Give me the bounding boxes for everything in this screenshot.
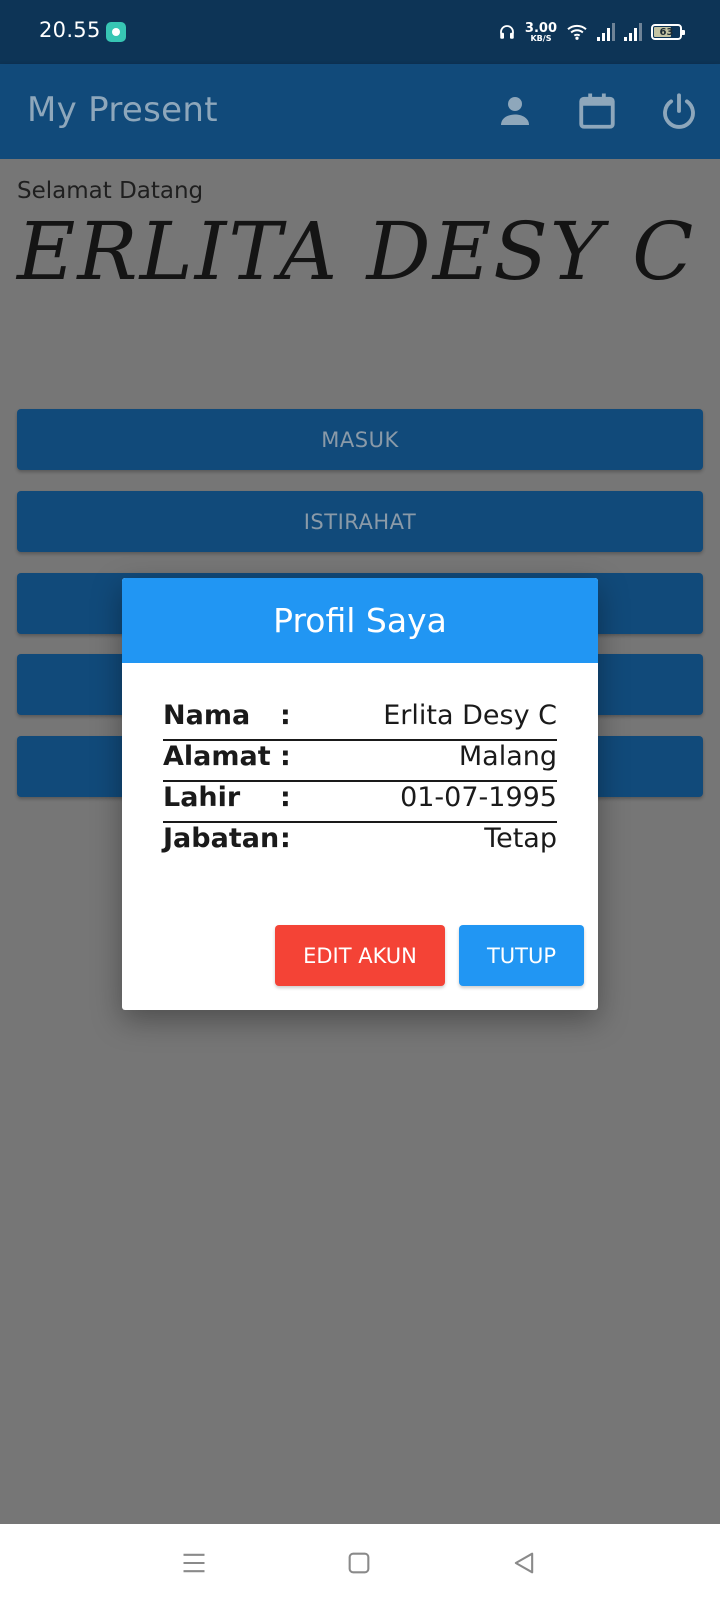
row-label: Alamat [163, 741, 271, 772]
home-icon[interactable] [345, 1549, 373, 1577]
profile-details: Nama : Erlita Desy C Alamat : Malang Lah… [163, 700, 557, 864]
battery-icon: 63 [651, 24, 685, 40]
welcome-text: Selamat Datang [17, 178, 204, 204]
signal-2-icon [624, 23, 642, 41]
row-label: Nama [163, 700, 251, 731]
row-value: Tetap [484, 823, 557, 854]
row-colon: : [280, 741, 291, 772]
network-speed-unit: KB/S [530, 33, 552, 43]
row-value: 01-07-1995 [400, 782, 557, 813]
signal-1-icon [597, 23, 615, 41]
navigation-bar [0, 1524, 720, 1600]
app-bar: My Present [0, 64, 720, 159]
calendar-icon[interactable] [576, 90, 618, 132]
user-name: ERLITA DESY C [17, 205, 696, 298]
power-icon[interactable] [658, 90, 700, 132]
profile-row-jabatan: Jabatan : Tetap [163, 823, 557, 864]
profile-dialog: Profil Saya Nama : Erlita Desy C Alamat … [122, 578, 598, 1010]
dialog-title: Profil Saya [273, 601, 447, 640]
close-button[interactable]: TUTUP [459, 925, 584, 986]
battery-level: 63 [659, 26, 674, 38]
person-icon[interactable] [494, 90, 536, 132]
row-value: Malang [458, 741, 557, 772]
masuk-button[interactable]: MASUK [17, 409, 703, 470]
row-label: Jabatan [163, 823, 280, 854]
wifi-icon [567, 24, 587, 40]
network-speed: 3.00 KB/S [525, 22, 557, 43]
status-indicators: 3.00 KB/S 63 [498, 19, 685, 45]
row-label: Lahir [163, 782, 241, 813]
istirahat-button[interactable]: ISTIRAHAT [17, 491, 703, 552]
network-speed-value: 3.00 [524, 20, 557, 36]
menu-icon[interactable] [180, 1549, 208, 1577]
row-colon: : [280, 700, 291, 731]
headphones-icon [500, 25, 514, 39]
profile-row-lahir: Lahir : 01-07-1995 [163, 782, 557, 823]
notification-app-icon [106, 22, 126, 42]
status-time: 20.55 [39, 18, 101, 42]
row-colon: : [280, 823, 291, 854]
edit-account-button[interactable]: EDIT AKUN [275, 925, 445, 986]
status-bar: 20.55 3.00 KB/S 63 [0, 0, 720, 64]
row-value: Erlita Desy C [383, 700, 557, 731]
app-title: My Present [27, 90, 218, 130]
row-colon: : [280, 782, 291, 813]
back-icon[interactable] [510, 1549, 538, 1577]
profile-row-alamat: Alamat : Malang [163, 741, 557, 782]
profile-row-nama: Nama : Erlita Desy C [163, 700, 557, 741]
dialog-header: Profil Saya [122, 578, 598, 663]
